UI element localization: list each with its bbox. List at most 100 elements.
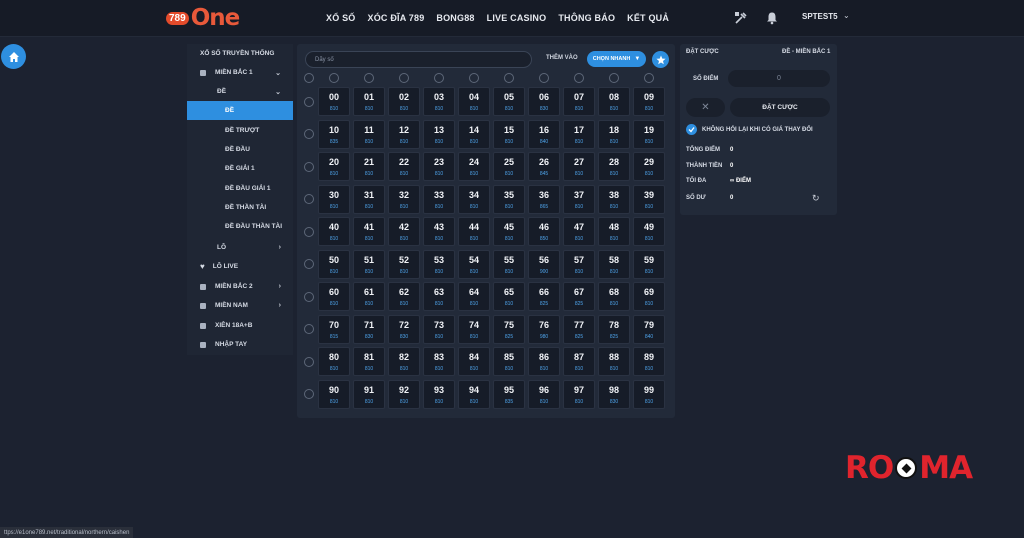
number-cell[interactable]: 27 810 <box>563 152 595 181</box>
number-cell[interactable]: 16 840 <box>528 119 560 149</box>
number-cell[interactable]: 05 810 <box>493 87 525 116</box>
column-select-radio[interactable] <box>609 73 619 83</box>
number-cell[interactable]: 93 810 <box>423 379 455 409</box>
number-cell[interactable]: 99 810 <box>633 379 665 409</box>
number-cell[interactable]: 80 810 <box>318 347 350 376</box>
sidebar-item[interactable]: XIÊN 18A+B <box>187 316 293 335</box>
chevron-down-icon[interactable]: ⌄ <box>843 11 850 20</box>
number-cell[interactable]: 31 810 <box>353 184 385 214</box>
row-select-radio[interactable] <box>304 324 314 334</box>
column-select-radio[interactable] <box>434 73 444 83</box>
number-cell[interactable]: 38 810 <box>598 184 630 214</box>
number-cell[interactable]: 98 830 <box>598 379 630 409</box>
number-cell[interactable]: 04 810 <box>458 87 490 116</box>
number-cell[interactable]: 24 810 <box>458 152 490 181</box>
sidebar-item[interactable]: ĐỀ ĐẦU GIẢI 1 <box>187 179 293 198</box>
number-cell[interactable]: 15 810 <box>493 119 525 149</box>
number-cell[interactable]: 47 810 <box>563 217 595 246</box>
number-cell[interactable]: 21 810 <box>353 152 385 181</box>
row-select-radio[interactable] <box>304 291 314 302</box>
number-cell[interactable]: 06 830 <box>528 87 560 116</box>
quick-pick-dropdown[interactable]: CHỌN NHANH ▼ <box>587 51 646 67</box>
number-cell[interactable]: 82 810 <box>388 347 420 376</box>
sidebar-item[interactable]: ĐỀ TRƯỢT <box>187 121 293 140</box>
row-select-radio[interactable] <box>304 194 314 204</box>
number-cell[interactable]: 36 865 <box>528 184 560 214</box>
place-bet-button[interactable]: ĐẶT CƯỢC <box>730 98 830 117</box>
number-cell[interactable]: 57 810 <box>563 249 595 279</box>
number-cell[interactable]: 12 810 <box>388 119 420 149</box>
number-cell[interactable]: 89 810 <box>633 347 665 376</box>
number-cell[interactable]: 74 810 <box>458 314 490 344</box>
number-cell[interactable]: 08 810 <box>598 87 630 116</box>
number-cell[interactable]: 63 810 <box>423 282 455 311</box>
number-cell[interactable]: 41 810 <box>353 217 385 246</box>
column-select-radio[interactable] <box>574 73 584 83</box>
username[interactable]: SPTEST5 <box>802 12 838 21</box>
number-cell[interactable]: 30 810 <box>318 184 350 214</box>
number-cell[interactable]: 62 810 <box>388 282 420 311</box>
nav-bong88[interactable]: BONG88 <box>436 13 474 23</box>
number-cell[interactable]: 87 810 <box>563 347 595 376</box>
row-select-radio[interactable] <box>304 96 314 107</box>
column-select-radio[interactable] <box>644 73 654 83</box>
number-cell[interactable]: 07 810 <box>563 87 595 116</box>
number-cell[interactable]: 68 810 <box>598 282 630 311</box>
sidebar-item[interactable]: MIỀN NAM › <box>187 296 293 315</box>
number-cell[interactable]: 85 810 <box>493 347 525 376</box>
number-cell[interactable]: 66 825 <box>528 282 560 311</box>
number-cell[interactable]: 43 810 <box>423 217 455 246</box>
number-cell[interactable]: 22 810 <box>388 152 420 181</box>
site-logo[interactable]: 789 One <box>166 5 240 31</box>
nav-live-casino[interactable]: LIVE CASINO <box>487 13 547 23</box>
sidebar-item[interactable]: XỔ SỐ TRUYỀN THỐNG <box>187 44 293 63</box>
number-cell[interactable]: 90 810 <box>318 379 350 409</box>
number-cell[interactable]: 64 810 <box>458 282 490 311</box>
select-all-radio[interactable] <box>304 73 314 83</box>
sidebar-item[interactable]: MIỀN BẮC 1 ⌄ <box>187 63 293 82</box>
add-button[interactable]: THÊM VÀO <box>546 55 578 61</box>
nav-thong-bao[interactable]: THÔNG BÁO <box>558 13 615 23</box>
column-select-radio[interactable] <box>364 73 374 83</box>
number-cell[interactable]: 71 830 <box>353 314 385 344</box>
number-cell[interactable]: 50 810 <box>318 249 350 279</box>
number-cell[interactable]: 03 810 <box>423 87 455 116</box>
sidebar-item[interactable]: MIỀN BẮC 2 › <box>187 277 293 296</box>
number-cell[interactable]: 76 980 <box>528 314 560 344</box>
number-cell[interactable]: 45 810 <box>493 217 525 246</box>
number-cell[interactable]: 00 810 <box>318 87 350 116</box>
sidebar-item[interactable]: ♥ LÔ LIVE <box>187 257 293 276</box>
number-cell[interactable]: 37 810 <box>563 184 595 214</box>
column-select-radio[interactable] <box>539 73 549 83</box>
number-cell[interactable]: 52 810 <box>388 249 420 279</box>
sidebar-item[interactable]: ĐỀ ⌄ <box>187 82 293 101</box>
number-cell[interactable]: 88 810 <box>598 347 630 376</box>
number-cell[interactable]: 14 810 <box>458 119 490 149</box>
number-cell[interactable]: 65 810 <box>493 282 525 311</box>
number-cell[interactable]: 25 810 <box>493 152 525 181</box>
number-cell[interactable]: 83 810 <box>423 347 455 376</box>
number-cell[interactable]: 55 810 <box>493 249 525 279</box>
number-cell[interactable]: 69 810 <box>633 282 665 311</box>
number-cell[interactable]: 92 810 <box>388 379 420 409</box>
points-input[interactable]: 0 <box>728 70 830 87</box>
number-cell[interactable]: 96 810 <box>528 379 560 409</box>
number-cell[interactable]: 58 810 <box>598 249 630 279</box>
number-cell[interactable]: 18 810 <box>598 119 630 149</box>
number-cell[interactable]: 56 900 <box>528 249 560 279</box>
number-cell[interactable]: 94 810 <box>458 379 490 409</box>
number-cell[interactable]: 33 810 <box>423 184 455 214</box>
number-cell[interactable]: 44 810 <box>458 217 490 246</box>
row-select-radio[interactable] <box>304 356 314 367</box>
bell-icon[interactable] <box>765 11 779 25</box>
nav-xo-so[interactable]: XỔ SỐ <box>326 13 356 23</box>
number-cell[interactable]: 53 810 <box>423 249 455 279</box>
sidebar-item[interactable]: ĐỀ ĐẦU <box>187 140 293 159</box>
number-cell[interactable]: 72 830 <box>388 314 420 344</box>
number-cell[interactable]: 48 810 <box>598 217 630 246</box>
number-cell[interactable]: 75 825 <box>493 314 525 344</box>
favorite-button[interactable] <box>652 51 669 68</box>
row-select-radio[interactable] <box>304 389 314 399</box>
number-cell[interactable]: 59 810 <box>633 249 665 279</box>
number-cell[interactable]: 49 810 <box>633 217 665 246</box>
